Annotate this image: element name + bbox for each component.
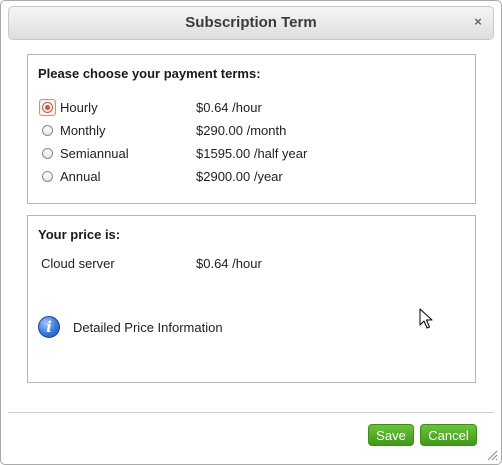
option-price: $0.64 /hour: [196, 100, 262, 115]
option-label[interactable]: Semiannual: [60, 146, 129, 161]
dialog-title: Subscription Term: [185, 14, 317, 31]
price-row: Cloud server $0.64 /hour: [41, 256, 461, 274]
price-summary-panel: Your price is: Cloud server $0.64 /hour …: [27, 215, 476, 383]
option-label[interactable]: Annual: [60, 169, 100, 184]
info-icon[interactable]: i: [38, 316, 60, 338]
radio-semiannual[interactable]: [42, 148, 53, 159]
price-heading: Your price is:: [38, 227, 121, 242]
close-icon[interactable]: ×: [471, 13, 485, 31]
radio-hourly[interactable]: [42, 102, 53, 113]
price-item-value: $0.64 /hour: [196, 256, 262, 271]
option-price: $1595.00 /half year: [196, 146, 308, 161]
option-semiannual[interactable]: Semiannual $1595.00 /half year: [40, 146, 460, 166]
mouse-pointer-icon: [419, 308, 433, 329]
dialog-titlebar: Subscription Term ×: [8, 6, 494, 40]
price-item-name: Cloud server: [41, 256, 115, 271]
option-annual[interactable]: Annual $2900.00 /year: [40, 169, 460, 189]
option-hourly[interactable]: Hourly $0.64 /hour: [39, 99, 460, 120]
payment-terms-panel: Please choose your payment terms: Hourly…: [27, 54, 476, 204]
subscription-term-dialog: Subscription Term × Please choose your p…: [0, 0, 502, 465]
resize-grip-icon[interactable]: [486, 449, 498, 461]
option-price: $290.00 /month: [196, 123, 287, 138]
detailed-price-info-link[interactable]: i Detailed Price Information: [38, 316, 338, 340]
option-price: $2900.00 /year: [196, 169, 283, 184]
detailed-price-info-label[interactable]: Detailed Price Information: [73, 320, 223, 335]
option-monthly[interactable]: Monthly $290.00 /month: [40, 123, 460, 143]
footer-divider: [8, 412, 494, 413]
radio-annual[interactable]: [42, 171, 53, 182]
payment-terms-heading: Please choose your payment terms:: [38, 66, 261, 81]
option-label[interactable]: Hourly: [60, 100, 98, 115]
save-button[interactable]: Save: [368, 424, 414, 446]
option-label[interactable]: Monthly: [60, 123, 106, 138]
cancel-button[interactable]: Cancel: [420, 424, 477, 446]
radio-monthly[interactable]: [42, 125, 53, 136]
